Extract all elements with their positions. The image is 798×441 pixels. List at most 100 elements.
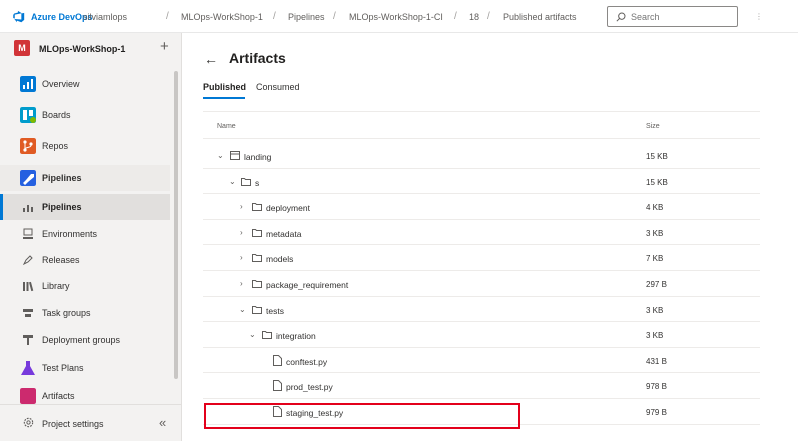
folder-icon (241, 177, 251, 186)
sidebar-scrollbar[interactable] (174, 71, 178, 379)
breadcrumb-separator: / (454, 11, 457, 22)
chevron-down-icon[interactable]: ⌄ (229, 177, 236, 186)
search-input[interactable] (631, 11, 731, 22)
test-plans-icon (21, 361, 35, 375)
table-row[interactable]: ⌄ s 15 KB (203, 169, 760, 195)
row-name: integration (276, 331, 316, 342)
folder-icon (262, 331, 272, 340)
project-avatar: M (14, 40, 30, 56)
folder-icon (252, 305, 262, 314)
row-size: 3 KB (646, 228, 664, 238)
breadcrumb-run[interactable]: 18 (469, 12, 479, 22)
table-row[interactable]: ⌄ tests 3 KB (203, 297, 760, 323)
folder-icon (252, 254, 262, 263)
row-name: models (266, 254, 294, 265)
sidebar-item-label: Deployment groups (42, 335, 121, 345)
sidebar-item-test-plans[interactable]: Test Plans (0, 355, 170, 381)
chevron-right-icon[interactable]: › (240, 279, 243, 288)
tab-published[interactable]: Published (203, 82, 246, 92)
environments-icon (23, 228, 33, 239)
row-size: 297 B (646, 280, 667, 289)
chevron-right-icon[interactable]: › (240, 253, 243, 262)
table-row[interactable]: › package_requirement 297 B (203, 271, 760, 297)
column-header-name[interactable]: Name (217, 123, 236, 130)
chevron-down-icon[interactable]: ⌄ (217, 151, 224, 160)
file-icon (273, 354, 282, 366)
gear-icon (23, 417, 34, 428)
sidebar-item-boards[interactable]: Boards (0, 102, 170, 128)
top-bar: Azure DevOps silviamlops / MLOps-WorkSho… (0, 0, 798, 33)
table-row[interactable]: › metadata 3 KB (203, 220, 760, 246)
breadcrumb-project[interactable]: MLOps-WorkShop-1 (181, 12, 263, 22)
sidebar-item-label: Artifacts (42, 391, 75, 401)
active-tab-indicator (203, 97, 245, 99)
project-settings-label: Project settings (42, 419, 104, 429)
boards-icon (20, 107, 36, 123)
file-icon (273, 380, 282, 392)
sidebar-item-overview[interactable]: Overview (0, 71, 170, 97)
chevron-down-icon[interactable]: ⌄ (249, 330, 256, 339)
project-name[interactable]: MLOps-WorkShop-1 (39, 44, 125, 54)
table-row[interactable]: conftest.py 431 B (203, 348, 760, 374)
tab-consumed[interactable]: Consumed (256, 82, 300, 92)
sidebar-subitem-environments[interactable]: Environments (0, 221, 170, 247)
row-name: prod_test.py (286, 382, 333, 393)
breadcrumb-current[interactable]: Published artifacts (503, 12, 577, 22)
releases-icon (22, 255, 33, 266)
table-row[interactable]: prod_test.py 978 B (203, 373, 760, 399)
table-row[interactable]: › deployment 4 KB (203, 194, 760, 220)
add-icon[interactable]: + (160, 39, 169, 54)
row-size: 15 KB (646, 152, 668, 161)
sidebar: M MLOps-WorkShop-1 + Overview Boards Rep… (0, 33, 182, 441)
divider (203, 111, 760, 112)
sidebar-item-repos[interactable]: Repos (0, 133, 170, 159)
row-size: 978 B (646, 382, 667, 392)
sidebar-item-pipelines[interactable]: Pipelines (0, 165, 170, 191)
repos-icon (20, 138, 36, 154)
breadcrumb-separator: / (333, 11, 336, 22)
table-row[interactable]: ⌄ landing 15 KB (203, 143, 760, 169)
table-row[interactable]: ⌄ integration 3 KB (203, 322, 760, 348)
artifact-icon (230, 151, 240, 160)
sidebar-subitem-task-groups[interactable]: Task groups (0, 300, 170, 326)
pipelines-sub-icon (23, 205, 33, 212)
search-icon (616, 12, 626, 22)
breadcrumb-pipelines[interactable]: Pipelines (288, 12, 325, 22)
chevron-right-icon[interactable]: › (240, 228, 243, 237)
sidebar-subitem-pipelines[interactable]: Pipelines (0, 194, 170, 220)
column-header-size[interactable]: Size (646, 123, 660, 130)
pipelines-icon (20, 170, 36, 186)
more-icon[interactable]: ⋮ (755, 12, 763, 21)
main-content: ← Artifacts Published Consumed Name Size… (183, 33, 798, 441)
project-settings[interactable]: Project settings « (0, 404, 181, 441)
azure-devops-logo-icon[interactable] (12, 10, 25, 23)
sidebar-subitem-releases[interactable]: Releases (0, 247, 170, 273)
overview-icon (20, 76, 36, 92)
sidebar-subitem-deployment-groups[interactable]: Deployment groups (0, 327, 170, 353)
search-box[interactable] (607, 6, 738, 27)
project-header[interactable]: M MLOps-WorkShop-1 + (0, 33, 181, 63)
back-arrow-icon[interactable]: ← (204, 51, 218, 67)
breadcrumb-separator: / (487, 11, 490, 22)
chevron-right-icon[interactable]: › (240, 202, 243, 211)
sidebar-subitem-library[interactable]: Library (0, 273, 170, 299)
sidebar-item-label: Overview (42, 79, 80, 89)
sidebar-item-label: Library (42, 281, 70, 291)
row-name: metadata (266, 228, 302, 239)
row-name: package_requirement (266, 280, 349, 290)
highlight-box (204, 403, 520, 429)
artifacts-icon (20, 388, 36, 404)
collapse-sidebar-icon[interactable]: « (159, 415, 166, 430)
task-groups-icon (23, 309, 33, 317)
table-row[interactable]: › models 7 KB (203, 245, 760, 271)
row-size: 3 KB (646, 331, 664, 341)
breadcrumb-organization[interactable]: silviamlops (83, 12, 127, 22)
sidebar-item-label: Pipelines (42, 202, 82, 212)
folder-icon (252, 228, 262, 237)
row-name: landing (244, 152, 272, 162)
row-size: 15 KB (646, 177, 668, 187)
sidebar-item-label: Repos (42, 141, 69, 151)
sidebar-item-label: Pipelines (42, 173, 82, 183)
breadcrumb-pipeline[interactable]: MLOps-WorkShop-1-CI (349, 12, 443, 22)
chevron-down-icon[interactable]: ⌄ (239, 305, 246, 314)
